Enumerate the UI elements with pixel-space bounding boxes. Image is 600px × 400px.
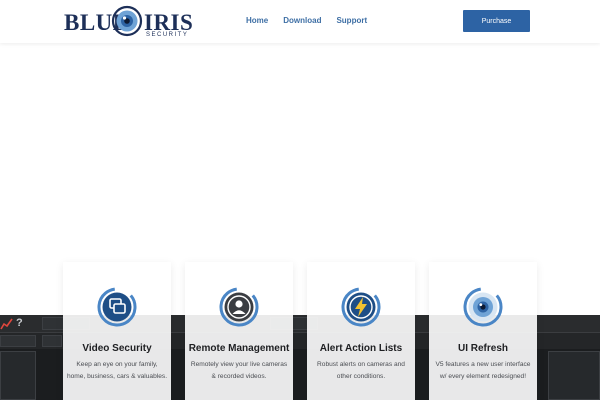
feature-desc-line: Robust alerts on cameras and <box>317 361 405 368</box>
nav-download-link[interactable]: Download <box>283 16 321 25</box>
app-panel <box>548 351 600 400</box>
feature-description: Remotely view your live cameras & record… <box>188 359 290 382</box>
feature-description: Robust alerts on cameras and other condi… <box>310 359 412 382</box>
logo-text-security: SECURITY <box>146 32 189 38</box>
feature-desc-line: w/ every element redesigned! <box>439 372 527 380</box>
feature-title: UI Refresh <box>457 343 508 354</box>
feature-desc-line: V5 features a new user interface <box>435 361 531 368</box>
feature-desc-line: Keep an eye on your family, <box>76 361 158 368</box>
nav-home-link[interactable]: Home <box>246 16 268 25</box>
chart-icon <box>0 318 13 330</box>
nav-support-link[interactable]: Support <box>336 16 367 25</box>
feature-desc-line: other conditions. <box>336 372 386 380</box>
camera-screens-icon <box>97 287 137 327</box>
feature-desc-line: & recorded videos. <box>211 372 267 380</box>
feature-desc-line: home, business, cars & valuables. <box>66 372 168 380</box>
main-nav: Home Download Support <box>246 16 382 25</box>
page: BLUE IRIS SECURITY Home Download Support… <box>0 0 600 400</box>
feature-card-video-security[interactable]: Video Security Keep an eye on your famil… <box>63 262 171 400</box>
feature-description: Keep an eye on your family, home, busine… <box>66 359 168 382</box>
feature-title: Video Security <box>82 343 152 354</box>
feature-card-remote-management[interactable]: Remote Management Remotely view your liv… <box>185 262 293 400</box>
feature-title: Remote Management <box>188 343 290 354</box>
site-header: BLUE IRIS SECURITY Home Download Support… <box>0 0 600 43</box>
eye-icon <box>463 287 503 327</box>
lightning-icon <box>341 287 381 327</box>
iris-eye-icon <box>111 5 143 37</box>
feature-title: Alert Action Lists <box>319 343 403 354</box>
feature-card-ui-refresh[interactable]: UI Refresh V5 features a new user interf… <box>429 262 537 400</box>
purchase-button[interactable]: Purchase <box>463 10 530 32</box>
feature-desc-line: Remotely view your live cameras <box>190 361 288 368</box>
blue-iris-logo[interactable]: BLUE IRIS SECURITY <box>64 4 193 40</box>
user-icon <box>219 287 259 327</box>
feature-description: V5 features a new user interface w/ ever… <box>432 359 534 382</box>
app-tile <box>42 335 62 347</box>
app-panel <box>0 351 36 400</box>
app-tile <box>0 335 36 347</box>
feature-card-alert-action-lists[interactable]: Alert Action Lists Robust alerts on came… <box>307 262 415 400</box>
help-icon: ? <box>16 317 23 329</box>
